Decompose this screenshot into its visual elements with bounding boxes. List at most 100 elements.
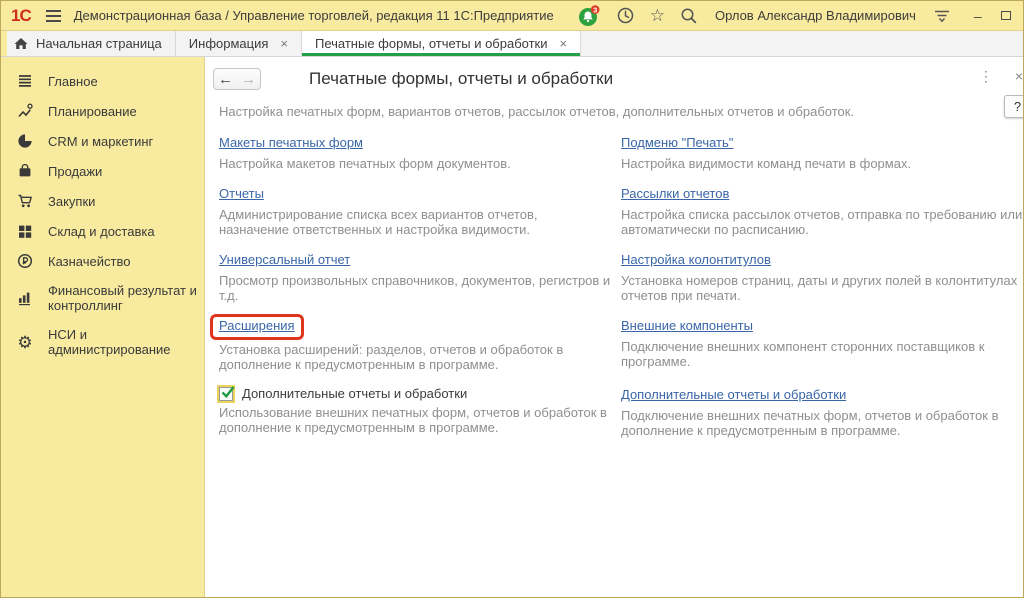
minimize-button[interactable]: – bbox=[974, 9, 982, 23]
tab-bar: Начальная страница Информация × Печатные… bbox=[1, 31, 1023, 57]
group-external-components: Внешние компоненты Подключение внешних к… bbox=[621, 317, 1024, 372]
group-print-form-templates: Макеты печатных форм Настройка макетов п… bbox=[219, 134, 611, 171]
group-header-footer-settings: Настройка колонтитулов Установка номеров… bbox=[621, 251, 1024, 303]
header-controls: ⋮ × bbox=[979, 69, 1023, 83]
close-form-icon[interactable]: × bbox=[1015, 69, 1023, 83]
group-description: Установка расширений: разделов, отчетов … bbox=[219, 342, 611, 372]
group-description: Подключение внешних компонент сторонних … bbox=[621, 339, 1024, 369]
sidebar-item-treasury[interactable]: Казначейство bbox=[1, 246, 204, 276]
sidebar-item-main[interactable]: Главное bbox=[1, 66, 204, 96]
close-tab-icon[interactable]: × bbox=[560, 36, 568, 51]
group-reports: Отчеты Администрирование списка всех вар… bbox=[219, 185, 611, 237]
bar-chart-icon bbox=[16, 290, 34, 306]
grid-boxes-icon bbox=[16, 223, 34, 239]
group-universal-report: Универсальный отчет Просмотр произвольны… bbox=[219, 251, 611, 303]
route-chart-icon bbox=[16, 103, 34, 119]
sidebar-item-label: Продажи bbox=[48, 164, 198, 179]
tab-label: Печатные формы, отчеты и обработки bbox=[315, 36, 548, 51]
checkbox-label: Дополнительные отчеты и обработки bbox=[242, 386, 467, 401]
menu-lines-icon bbox=[16, 73, 34, 89]
group-description: Подключение внешних печатных форм, отчет… bbox=[621, 408, 1024, 438]
sidebar-item-nsi-administration[interactable]: ⚙ НСИ и администрирование bbox=[1, 320, 204, 364]
checkbox-checked-icon[interactable] bbox=[219, 387, 233, 401]
sidebar-item-label: Планирование bbox=[48, 104, 198, 119]
window-title: Демонстрационная база / Управление торго… bbox=[74, 8, 554, 23]
tab-information[interactable]: Информация × bbox=[176, 31, 302, 56]
link-additional-reports[interactable]: Дополнительные отчеты и обработки bbox=[621, 387, 846, 402]
sections-sidebar: Главное Планирование CRM и маркетинг Про… bbox=[1, 57, 205, 597]
gear-icon: ⚙ bbox=[16, 334, 34, 351]
sidebar-item-label: Склад и доставка bbox=[48, 224, 198, 239]
group-extensions: Расширения Установка расширений: раздело… bbox=[219, 317, 611, 372]
link-print-form-templates[interactable]: Макеты печатных форм bbox=[219, 135, 363, 150]
page-title: Печатные формы, отчеты и обработки bbox=[309, 69, 613, 89]
forward-arrow-icon: → bbox=[241, 72, 256, 87]
group-report-mailings: Рассылки отчетов Настройка списка рассыл… bbox=[621, 185, 1024, 237]
group-description: Настройка макетов печатных форм документ… bbox=[219, 156, 611, 171]
group-description: Настройка видимости команд печати в форм… bbox=[621, 156, 1024, 171]
feature-groups-grid: Макеты печатных форм Настройка макетов п… bbox=[219, 134, 1024, 438]
back-arrow-icon[interactable]: ← bbox=[218, 72, 233, 87]
sidebar-item-sales[interactable]: Продажи bbox=[1, 156, 204, 186]
service-menu-icon[interactable] bbox=[933, 8, 951, 24]
maximize-button[interactable] bbox=[1001, 11, 1011, 20]
sidebar-item-financial-result[interactable]: Финансовый результат и контроллинг bbox=[1, 276, 204, 320]
home-icon bbox=[14, 37, 28, 50]
bag-icon bbox=[16, 163, 34, 179]
window-controls: – × bbox=[974, 9, 1024, 23]
topbar-actions: 3 ☆ Орлов Александр Владимирович – × bbox=[578, 5, 1024, 27]
nav-history-group: ← → bbox=[213, 68, 261, 90]
red-highlight-box: Расширения bbox=[210, 314, 304, 340]
sidebar-item-warehouse[interactable]: Склад и доставка bbox=[1, 216, 204, 246]
favorites-star-icon[interactable]: ☆ bbox=[650, 7, 665, 24]
notification-badge: 3 bbox=[593, 5, 597, 14]
1c-logo-icon: 1С bbox=[11, 7, 33, 24]
sidebar-item-planning[interactable]: Планирование bbox=[1, 96, 204, 126]
link-universal-report[interactable]: Универсальный отчет bbox=[219, 252, 350, 267]
sidebar-item-label: Финансовый результат и контроллинг bbox=[48, 283, 198, 313]
group-description: Администрирование списка всех вариантов … bbox=[219, 207, 611, 237]
group-additional-reports-link: Дополнительные отчеты и обработки Подклю… bbox=[621, 386, 1024, 438]
shopping-cart-icon bbox=[16, 193, 34, 209]
sidebar-item-crm-marketing[interactable]: CRM и маркетинг bbox=[1, 126, 204, 156]
sidebar-item-label: НСИ и администрирование bbox=[48, 327, 198, 357]
body-row: Главное Планирование CRM и маркетинг Про… bbox=[1, 57, 1023, 597]
additional-reports-checkbox-row[interactable]: Дополнительные отчеты и обработки bbox=[219, 386, 611, 401]
link-extensions[interactable]: Расширения bbox=[219, 318, 295, 333]
pie-chart-icon bbox=[16, 133, 34, 149]
current-user-name[interactable]: Орлов Александр Владимирович bbox=[715, 8, 916, 23]
sidebar-item-label: Закупки bbox=[48, 194, 198, 209]
top-bar: 1С Демонстрационная база / Управление то… bbox=[1, 1, 1023, 31]
link-print-submenu[interactable]: Подменю "Печать" bbox=[621, 135, 733, 150]
help-button[interactable]: ? bbox=[1004, 95, 1024, 118]
link-reports[interactable]: Отчеты bbox=[219, 186, 264, 201]
group-additional-reports-checkbox: Дополнительные отчеты и обработки Исполь… bbox=[219, 386, 611, 438]
tab-label: Информация bbox=[189, 36, 269, 51]
sidebar-item-label: CRM и маркетинг bbox=[48, 134, 198, 149]
group-print-submenu: Подменю "Печать" Настройка видимости ком… bbox=[621, 134, 1024, 171]
group-description: Просмотр произвольных справочников, доку… bbox=[219, 273, 611, 303]
close-tab-icon[interactable]: × bbox=[280, 36, 288, 51]
sidebar-item-label: Главное bbox=[48, 74, 198, 89]
search-icon[interactable] bbox=[680, 7, 698, 25]
group-description: Использование внешних печатных форм, отч… bbox=[219, 405, 611, 435]
content-area: ← → Печатные формы, отчеты и обработки ⋮… bbox=[205, 57, 1024, 597]
main-menu-hamburger-icon[interactable] bbox=[45, 9, 62, 23]
sidebar-item-purchases[interactable]: Закупки bbox=[1, 186, 204, 216]
page-subtitle: Настройка печатных форм, вариантов отчет… bbox=[219, 104, 1024, 119]
link-report-mailings[interactable]: Рассылки отчетов bbox=[621, 186, 729, 201]
ruble-circle-icon bbox=[16, 253, 34, 269]
tab-label: Начальная страница bbox=[36, 36, 162, 51]
history-clock-icon[interactable] bbox=[616, 6, 635, 25]
group-description: Установка номеров страниц, даты и других… bbox=[621, 273, 1024, 303]
app-window: 1С Демонстрационная база / Управление то… bbox=[0, 0, 1024, 598]
tab-home[interactable]: Начальная страница bbox=[1, 31, 176, 56]
sidebar-item-label: Казначейство bbox=[48, 254, 198, 269]
tab-print-forms-reports[interactable]: Печатные формы, отчеты и обработки × bbox=[302, 31, 581, 56]
content-header: ← → Печатные формы, отчеты и обработки ⋮… bbox=[213, 67, 1024, 91]
link-header-footer-settings[interactable]: Настройка колонтитулов bbox=[621, 252, 771, 267]
more-options-icon[interactable]: ⋮ bbox=[979, 69, 993, 83]
group-description: Настройка списка рассылок отчетов, отпра… bbox=[621, 207, 1024, 237]
notifications-bell-icon[interactable]: 3 bbox=[578, 5, 601, 27]
link-external-components[interactable]: Внешние компоненты bbox=[621, 318, 753, 333]
